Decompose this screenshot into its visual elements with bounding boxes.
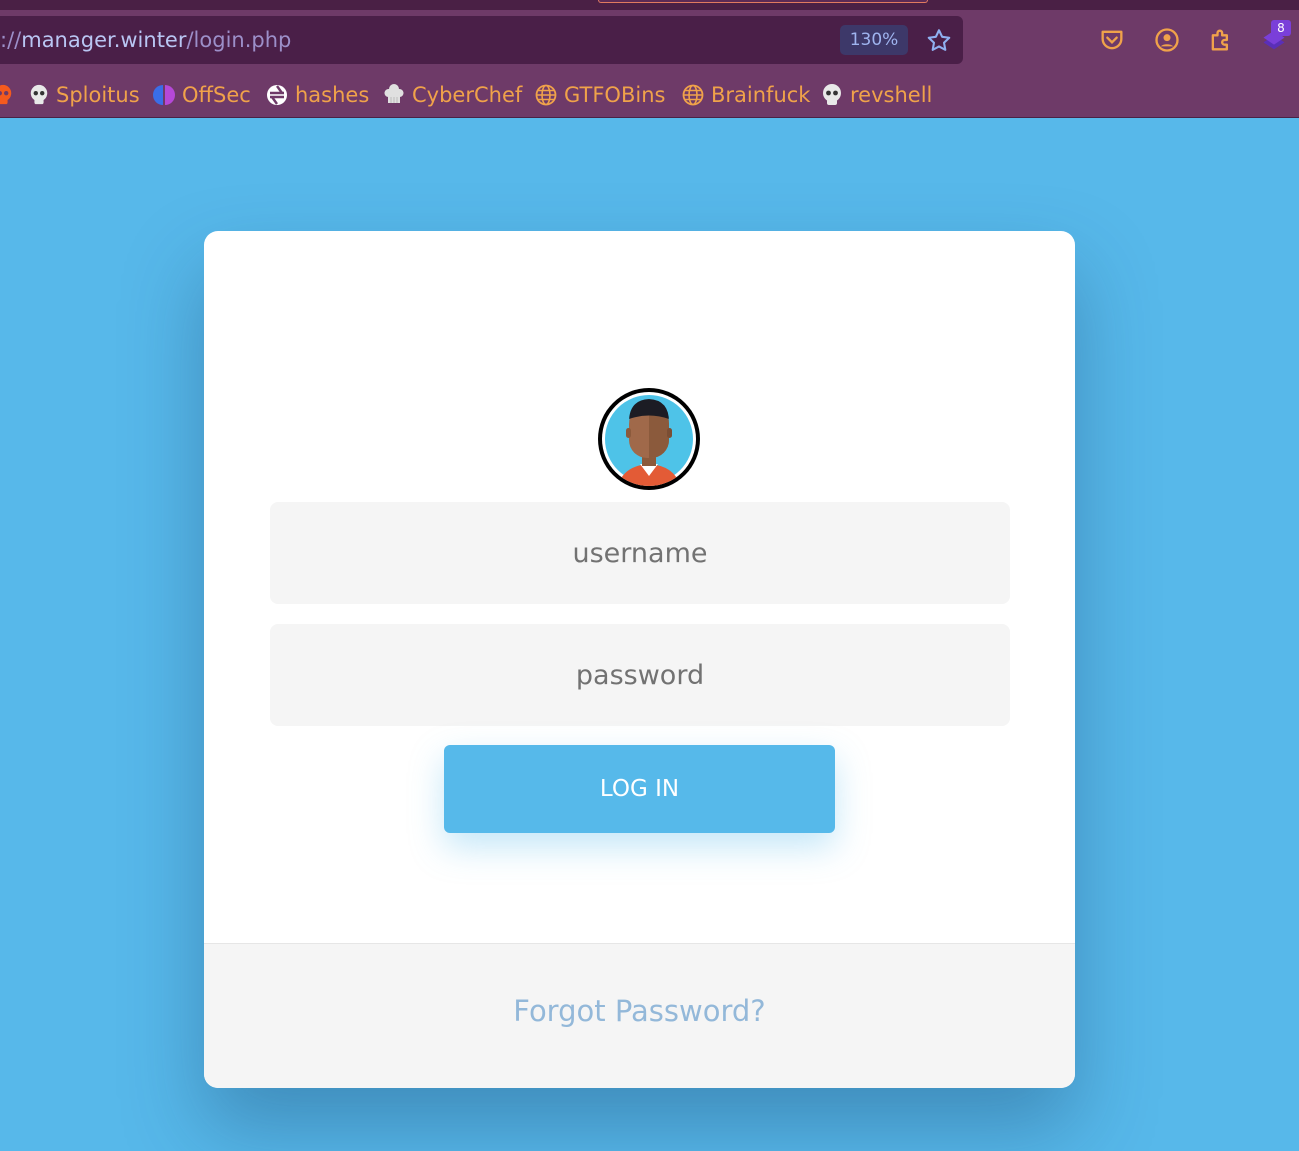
extension-count-badge: 8 — [1271, 20, 1291, 36]
bookmark-sploitus[interactable]: Sploitus — [28, 78, 140, 112]
password-input[interactable] — [270, 624, 1010, 726]
skull-icon — [823, 84, 841, 105]
globe-icon — [535, 84, 557, 106]
red-skull-icon — [0, 84, 12, 105]
bookmark-gtfobins[interactable]: GTFOBins — [534, 78, 665, 112]
user-avatar — [598, 388, 700, 490]
bookmarks-toolbar: Sploitus OffSec hashes CyberChef GTFOBin… — [0, 78, 1299, 112]
active-tab[interactable] — [598, 0, 928, 3]
skull-icon — [30, 84, 48, 105]
bookmark-hashes[interactable]: hashes — [265, 78, 369, 112]
chef-hat-icon — [384, 84, 404, 103]
bookmark-star-icon[interactable] — [925, 27, 953, 55]
bookmark-label: revshell — [850, 83, 933, 107]
username-input[interactable] — [270, 502, 1010, 604]
url-text[interactable]: ://manager.winter/login.php — [0, 16, 291, 64]
forgot-password-link[interactable]: Forgot Password? — [204, 994, 1075, 1028]
url-host: manager.winter — [21, 28, 187, 52]
offsec-icon — [153, 85, 175, 105]
tab-strip — [0, 0, 1299, 10]
login-button[interactable]: LOG IN — [444, 745, 835, 833]
hashes-icon — [267, 85, 287, 105]
bookmark-label: hashes — [295, 83, 370, 107]
url-scheme: :// — [0, 28, 22, 52]
url-path: /login.php — [186, 28, 292, 52]
account-icon[interactable] — [1153, 26, 1181, 54]
bookmark-label: Sploitus — [56, 83, 140, 107]
login-card: LOG IN Forgot Password? — [204, 231, 1075, 1088]
bookmark-brainfuck[interactable]: Brainfuck — [681, 78, 810, 112]
card-footer: Forgot Password? — [204, 943, 1075, 1088]
bookmark-label: GTFOBins — [564, 83, 666, 107]
bookmark-offsec[interactable]: OffSec — [152, 78, 251, 112]
browser-toolbar: ://manager.winter/login.php 130% 8 Sploi… — [0, 0, 1299, 118]
pocket-icon[interactable] — [1098, 26, 1126, 54]
zoom-level-badge[interactable]: 130% — [840, 25, 908, 55]
address-bar[interactable]: ://manager.winter/login.php 130% — [0, 16, 963, 64]
bookmark-label: CyberChef — [412, 83, 523, 107]
bookmark-cyberchef[interactable]: CyberChef — [382, 78, 522, 112]
extensions-puzzle-icon[interactable] — [1207, 26, 1235, 54]
bookmark-partial[interactable] — [0, 78, 20, 112]
bookmark-revshell[interactable]: revshell — [820, 78, 932, 112]
bookmark-label: Brainfuck — [711, 83, 811, 107]
globe-icon — [682, 84, 704, 106]
bookmark-label: OffSec — [182, 83, 251, 107]
